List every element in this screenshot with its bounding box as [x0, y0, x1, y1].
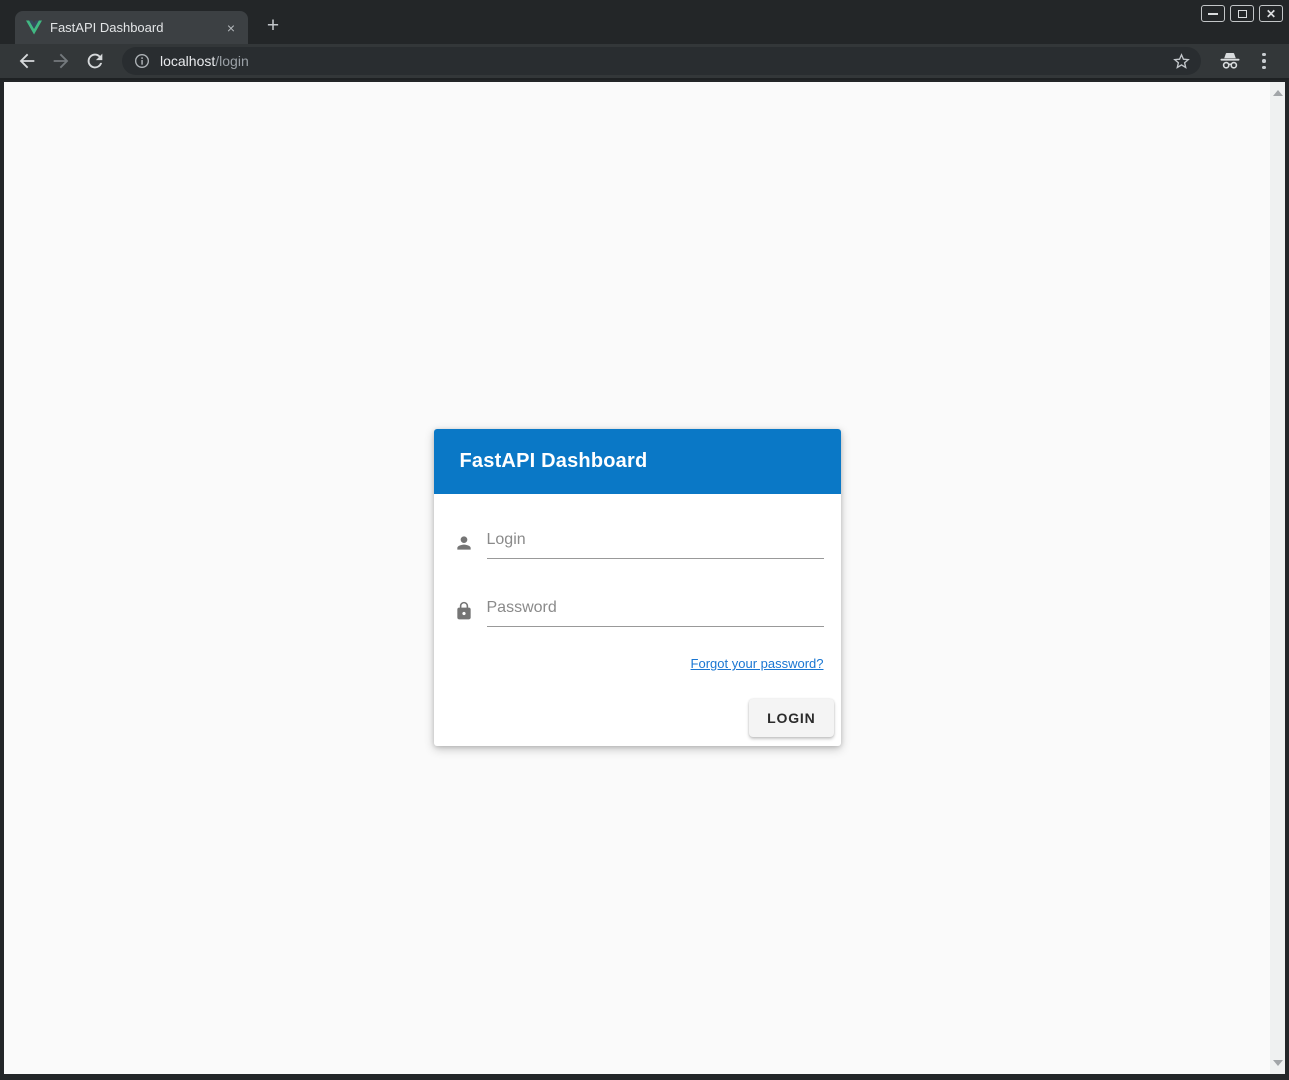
bookmark-star-icon[interactable]	[1172, 52, 1191, 71]
kebab-dot	[1262, 59, 1266, 63]
scrollbar-down-icon[interactable]	[1273, 1060, 1283, 1066]
forward-arrow-icon	[50, 50, 72, 72]
incognito-icon	[1218, 49, 1242, 73]
tab-title: FastAPI Dashboard	[50, 20, 214, 35]
lock-icon	[454, 601, 474, 621]
reload-button[interactable]	[84, 50, 106, 72]
maximize-icon	[1238, 10, 1247, 18]
page-viewport: FastAPI Dashboard	[4, 82, 1285, 1074]
maximize-button[interactable]	[1230, 5, 1254, 22]
login-page: FastAPI Dashboard	[4, 82, 1270, 1074]
browser-toolbar: localhost/login	[0, 44, 1289, 80]
kebab-dot	[1262, 53, 1266, 57]
reload-icon	[84, 50, 106, 72]
password-field-row	[454, 595, 824, 627]
close-icon: ✕	[1266, 8, 1276, 20]
new-tab-button[interactable]: +	[260, 13, 286, 39]
password-input[interactable]	[487, 595, 824, 627]
url-path: /login	[215, 53, 248, 69]
forgot-password-link[interactable]: Forgot your password?	[691, 656, 824, 671]
url-text: localhost/login	[160, 53, 249, 69]
address-bar[interactable]: localhost/login	[122, 47, 1201, 75]
browser-menu-button[interactable]	[1255, 49, 1273, 73]
forgot-password-row: Forgot your password?	[454, 655, 824, 673]
minimize-icon	[1208, 13, 1218, 15]
login-input[interactable]	[487, 527, 824, 559]
login-button-row: LOGIN	[454, 699, 834, 737]
card-body: Forgot your password? LOGIN	[434, 494, 841, 746]
minimize-button[interactable]	[1201, 5, 1225, 22]
vue-favicon-icon	[26, 20, 42, 35]
person-icon	[454, 533, 474, 553]
login-card: FastAPI Dashboard	[434, 429, 841, 746]
tab-close-icon[interactable]: ×	[222, 19, 240, 37]
close-button[interactable]: ✕	[1259, 5, 1283, 22]
titlebar: FastAPI Dashboard × + ✕	[0, 0, 1289, 44]
window-controls: ✕	[1201, 5, 1283, 22]
card-title: FastAPI Dashboard	[460, 450, 648, 473]
login-button[interactable]: LOGIN	[749, 699, 833, 737]
kebab-dot	[1262, 66, 1266, 70]
back-arrow-icon	[16, 50, 38, 72]
scrollbar-up-icon[interactable]	[1273, 90, 1283, 96]
browser-window: FastAPI Dashboard × + ✕ localhost/login	[0, 0, 1289, 1080]
url-host: localhost	[160, 53, 215, 69]
page-scrollbar[interactable]	[1270, 82, 1285, 1074]
login-field-row	[454, 527, 824, 559]
forward-button[interactable]	[50, 50, 72, 72]
card-header: FastAPI Dashboard	[434, 429, 841, 494]
site-info-icon[interactable]	[134, 53, 150, 69]
browser-tab[interactable]: FastAPI Dashboard ×	[15, 11, 248, 44]
back-button[interactable]	[16, 50, 38, 72]
